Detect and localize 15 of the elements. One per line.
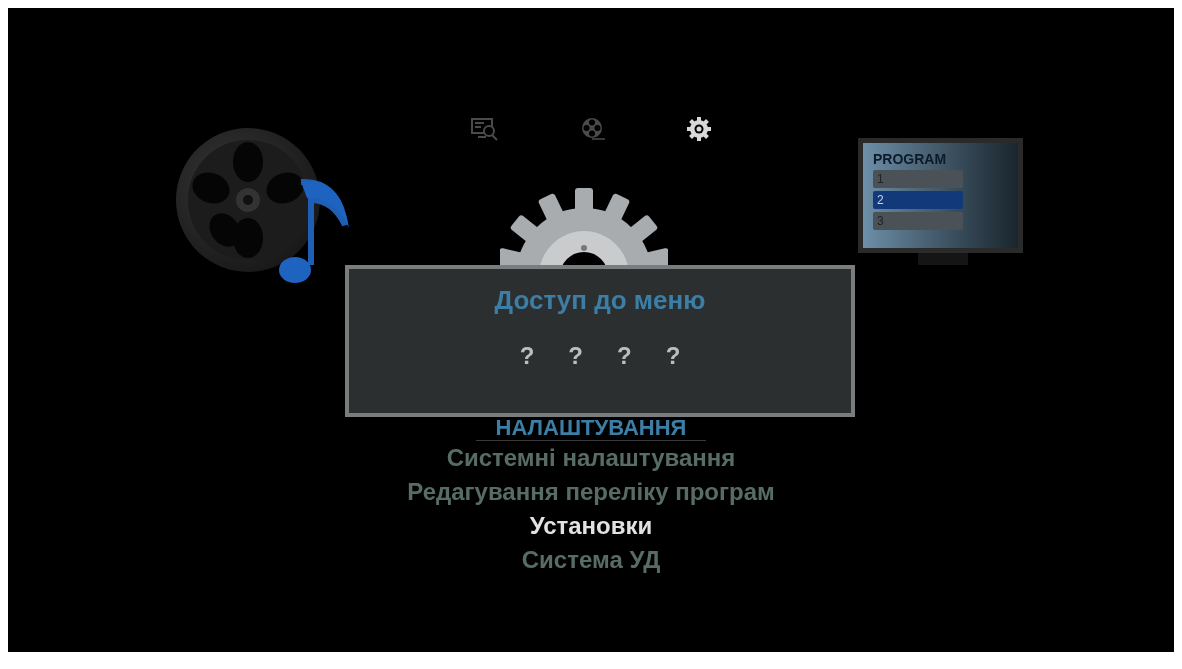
gear-icon[interactable] [686, 116, 712, 142]
pin-digit: ? [519, 341, 535, 371]
pin-digit: ? [665, 341, 681, 371]
preview-title: PROGRAM [873, 151, 948, 167]
menu-item[interactable]: Системні налаштування [446, 441, 736, 475]
monitor-search-icon[interactable] [470, 117, 500, 141]
pin-digit: ? [568, 341, 583, 371]
preview-row: 2 [873, 191, 963, 209]
pin-digit: ? [617, 341, 632, 371]
menu-item[interactable]: Установки [529, 509, 653, 543]
film-reel-icon[interactable] [580, 116, 606, 142]
dialog-title: Доступ до меню [494, 284, 706, 317]
menu-item[interactable]: Система УД [521, 543, 661, 577]
menu-item[interactable]: Редагування переліку програм [407, 475, 775, 509]
tv-stand [918, 253, 968, 265]
